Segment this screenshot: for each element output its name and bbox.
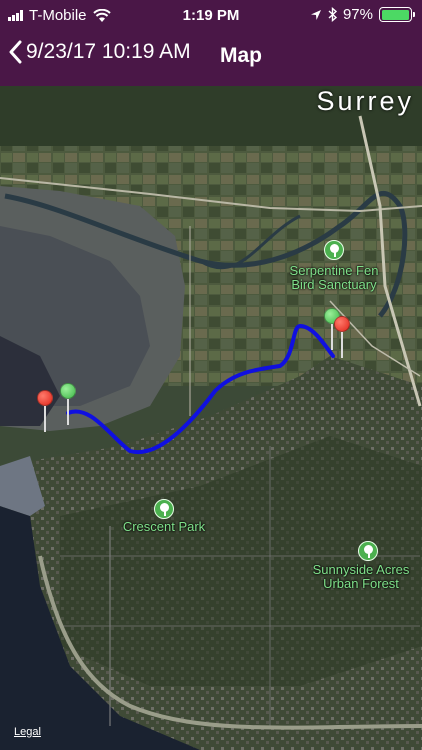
end-pin[interactable] [37,390,53,432]
pin-head [334,316,350,332]
pin-stick [341,332,343,358]
end-pin[interactable] [334,316,350,358]
pin-stick [44,406,46,432]
city-label: Surrey [316,86,414,116]
map-view[interactable]: Surrey Serpentine Fen Bird Sanctuary Cre… [0,86,422,750]
status-right: 97% [310,6,415,23]
location-arrow-icon [310,9,321,20]
place-label-serpentine-fen[interactable]: Serpentine Fen Bird Sanctuary [278,264,390,292]
park-icon [324,240,344,260]
start-pin[interactable] [60,383,76,425]
legal-link[interactable]: Legal [14,726,41,738]
pin-head [60,383,76,399]
battery-percent: 97% [342,6,373,23]
place-label-crescent-park[interactable]: Crescent Park [104,520,224,534]
battery-icon [379,7,415,22]
chevron-left-icon [9,40,22,64]
battery-level [381,9,409,20]
park-icon [154,499,174,519]
pin-stick [331,324,333,350]
pin-head [37,390,53,406]
status-bar: T-Mobile 1:19 PM 97% [0,0,422,32]
bluetooth-icon [328,7,337,22]
back-button[interactable]: 9/23/17 10:19 AM [8,40,191,64]
navigation-bar: 9/23/17 10:19 AM Map [0,32,422,86]
page-title: Map [220,44,262,67]
park-icon [358,541,378,561]
place-label-sunnyside-acres[interactable]: Sunnyside Acres Urban Forest [300,563,422,591]
back-button-label: 9/23/17 10:19 AM [26,40,191,63]
pin-stick [67,399,69,425]
